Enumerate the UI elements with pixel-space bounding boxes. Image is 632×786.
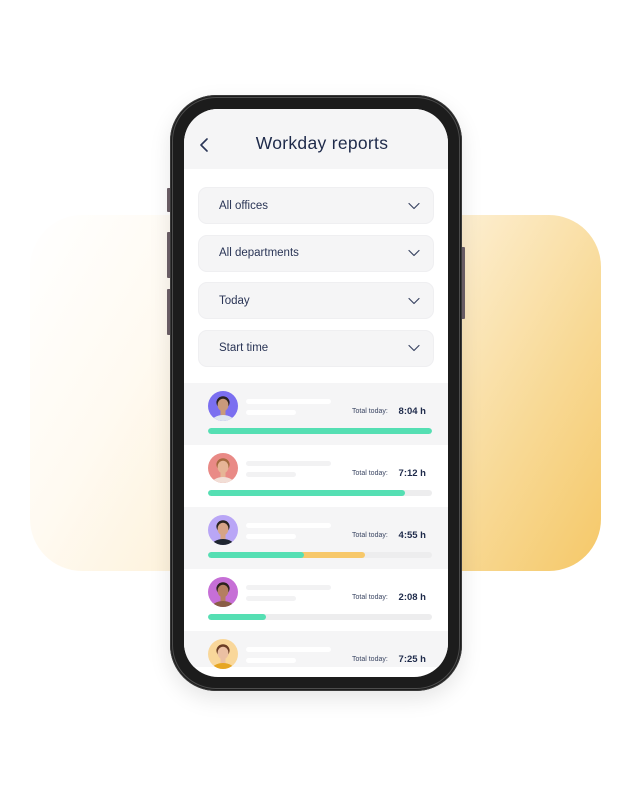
total-today-label: Total today: — [352, 594, 388, 601]
worked-time-segment — [208, 490, 406, 496]
employee-report-row[interactable]: Total today: 7:25 h — [184, 631, 448, 669]
chevron-down-icon — [408, 297, 420, 304]
role-placeholder — [246, 410, 296, 415]
total-today-value: 4:55 h — [398, 530, 426, 541]
employee-avatar — [208, 515, 238, 545]
app-header: Workday reports — [184, 109, 448, 169]
department-filter-dropdown[interactable]: All departments — [198, 234, 434, 272]
total-today-value: 7:25 h — [398, 654, 426, 665]
total-today-value: 2:08 h — [398, 592, 426, 603]
filters-panel: All offices All departments Today Start … — [198, 187, 434, 377]
name-placeholder — [246, 585, 331, 590]
worked-time-segment — [208, 614, 267, 620]
worked-time-segment — [208, 552, 305, 558]
employee-avatar — [208, 391, 238, 421]
filter-label: All offices — [219, 199, 269, 212]
sort-filter-dropdown[interactable]: Start time — [198, 329, 434, 367]
employee-report-row[interactable]: Total today: 7:12 h — [184, 445, 448, 507]
filter-label: All departments — [219, 247, 299, 259]
name-placeholder — [246, 523, 331, 528]
employee-report-list: Total today: 8:04 h Total today: 7:12 h — [184, 383, 448, 669]
work-progress-track — [208, 614, 432, 620]
name-placeholder — [246, 399, 331, 404]
employee-avatar — [208, 639, 238, 669]
role-placeholder — [246, 534, 296, 539]
work-progress-track — [208, 552, 432, 558]
extra-time-segment — [299, 552, 365, 558]
role-placeholder — [246, 658, 296, 663]
filter-label: Start time — [219, 342, 269, 354]
phone-screen: Workday reports All offices All departme… — [184, 109, 448, 677]
total-today-label: Total today: — [352, 470, 388, 477]
filter-label: Today — [219, 294, 250, 307]
chevron-down-icon — [408, 344, 420, 352]
role-placeholder — [246, 472, 296, 477]
total-today-label: Total today: — [352, 408, 388, 415]
date-filter-dropdown[interactable]: Today — [198, 282, 434, 319]
role-placeholder — [246, 596, 296, 601]
total-today-label: Total today: — [352, 656, 388, 663]
name-placeholder — [246, 461, 331, 466]
chevron-down-icon — [408, 249, 420, 257]
employee-avatar — [208, 453, 238, 483]
employee-avatar — [208, 577, 238, 607]
total-today-value: 7:12 h — [398, 468, 426, 479]
total-today-label: Total today: — [352, 532, 388, 539]
work-progress-track — [208, 490, 432, 496]
employee-report-row[interactable]: Total today: 8:04 h — [184, 383, 448, 445]
work-progress-track — [208, 428, 432, 434]
page-title: Workday reports — [255, 133, 389, 153]
chevron-down-icon — [408, 202, 420, 209]
phone-frame: Workday reports All offices All departme… — [170, 95, 462, 691]
office-filter-dropdown[interactable]: All offices — [198, 187, 434, 224]
total-today-value: 8:04 h — [398, 406, 426, 417]
employee-report-row[interactable]: Total today: 4:55 h — [184, 507, 448, 569]
worked-time-segment — [208, 428, 432, 434]
name-placeholder — [246, 647, 331, 652]
employee-report-row[interactable]: Total today: 2:08 h — [184, 569, 448, 631]
